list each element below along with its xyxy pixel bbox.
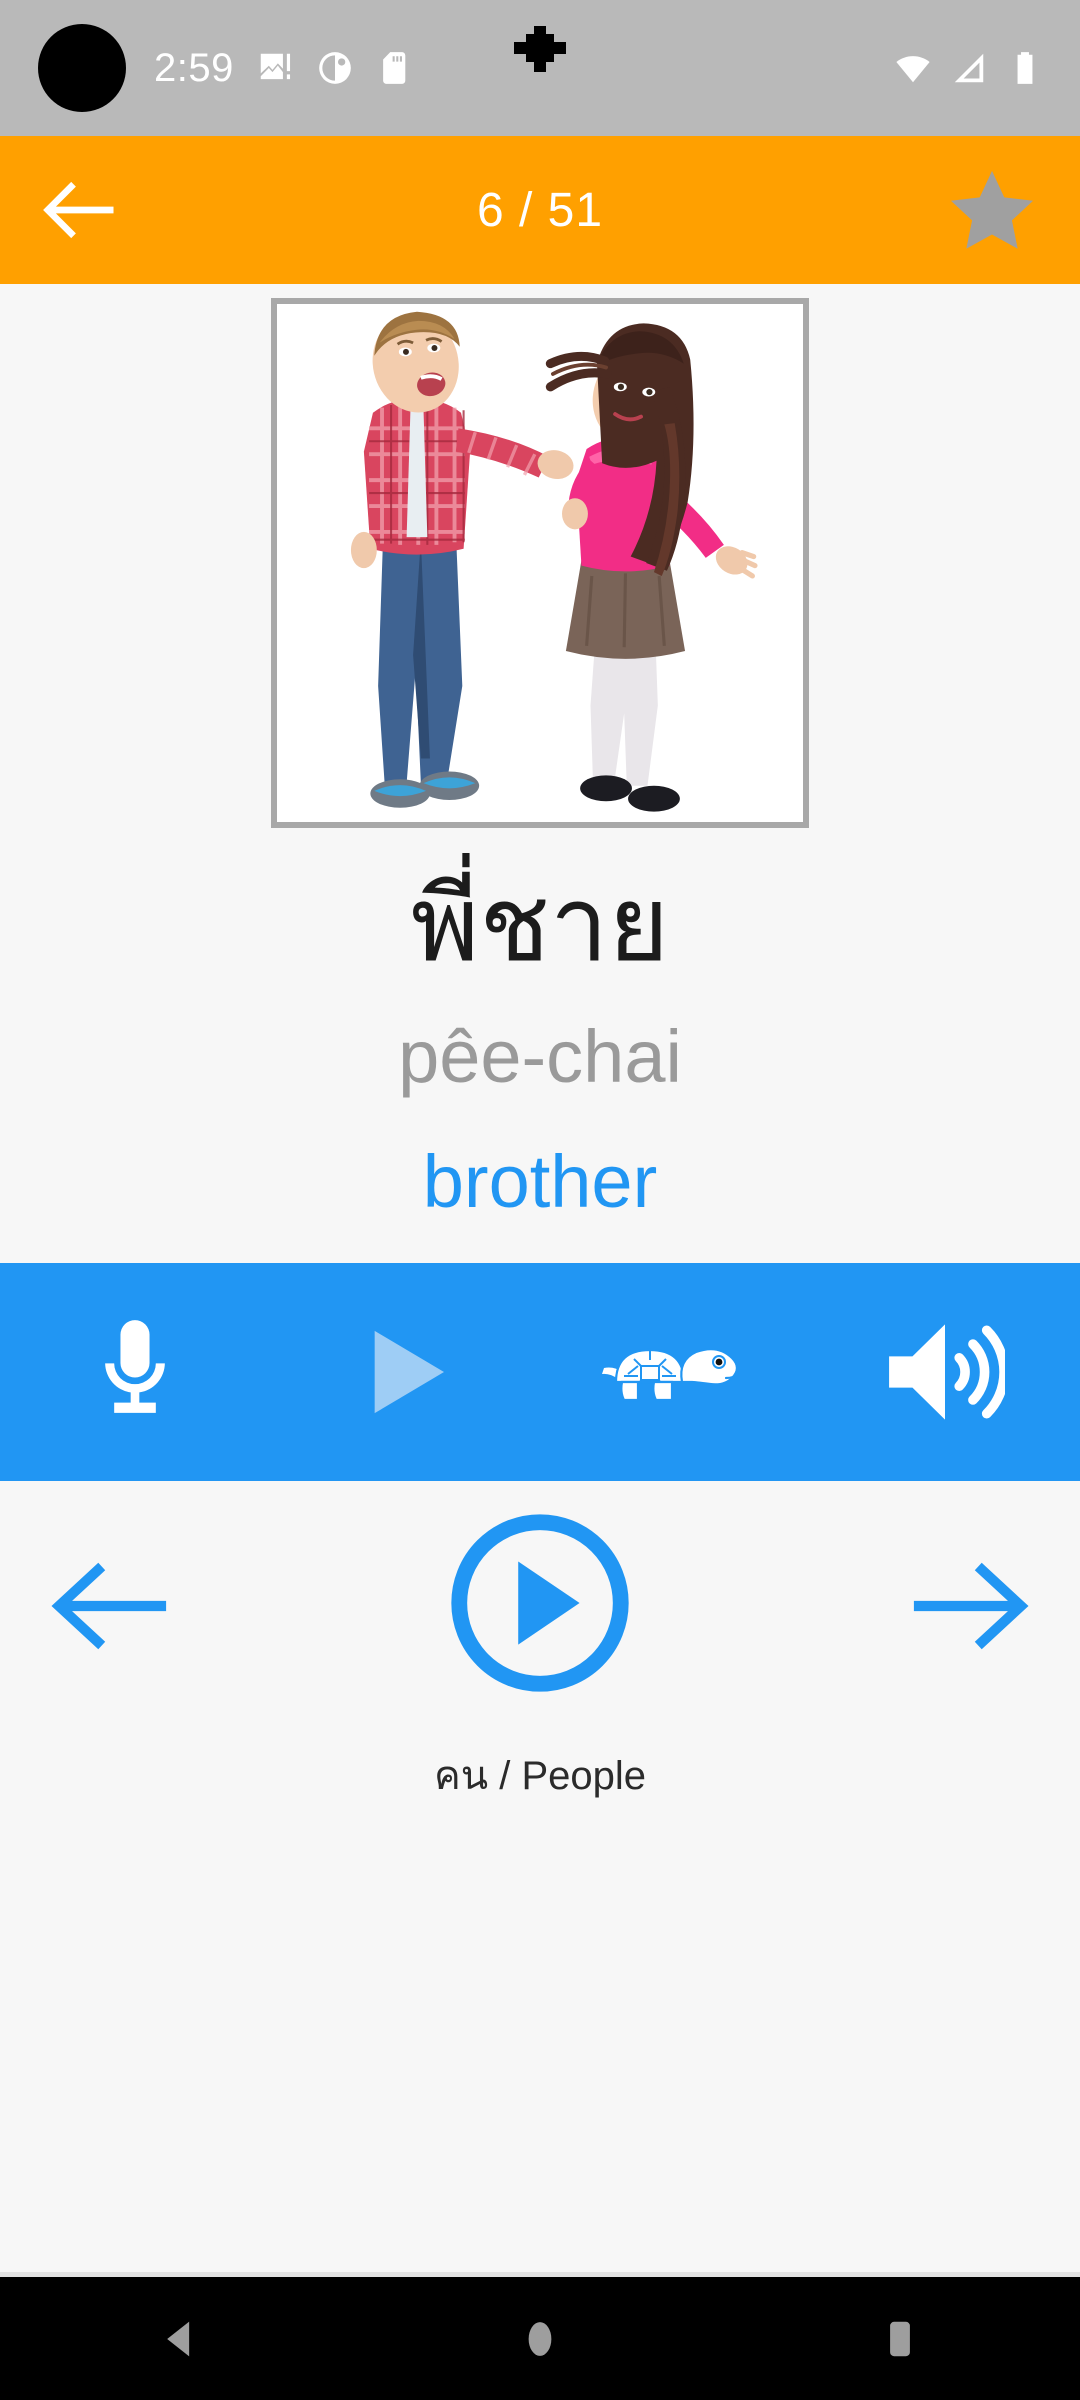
- system-navigation-bar: [0, 2277, 1080, 2400]
- status-clock: 2:59: [154, 46, 234, 90]
- next-card-button[interactable]: [890, 1546, 1050, 1666]
- category-label: คน / People: [434, 1753, 646, 1798]
- turtle-icon: [602, 1347, 740, 1401]
- back-arrow-icon[interactable]: [40, 171, 118, 249]
- flashcard-body: พี่ชาย pêe-chai brother: [0, 284, 1080, 1223]
- card-navigation: คน / People: [0, 1480, 1080, 2277]
- recents-square-icon: [890, 2321, 910, 2356]
- broken-image-icon: [260, 53, 290, 80]
- app-screen: 2:59 6 / 51 พี่ชาย pêe-chai brother คน /…: [0, 0, 1080, 2400]
- camera-cutout: [38, 24, 126, 112]
- cellular-signal-icon: [954, 53, 984, 83]
- microphone-icon: [105, 1319, 165, 1413]
- play-recording-button[interactable]: [270, 1263, 540, 1481]
- audio-toolbar: [0, 1262, 1080, 1481]
- play-triangle-icon: [374, 1330, 444, 1413]
- back-triangle-icon: [167, 2321, 190, 2356]
- arrow-left-icon: [51, 1562, 167, 1649]
- record-microphone-button[interactable]: [0, 1263, 270, 1481]
- romanization: pêe-chai: [398, 1015, 682, 1098]
- play-circle-icon: [451, 1514, 629, 1692]
- play-card-audio-button[interactable]: [445, 1508, 635, 1703]
- circle-contrast-icon: [319, 52, 351, 84]
- system-back-button[interactable]: [90, 2317, 270, 2361]
- sd-card-icon: [382, 52, 406, 84]
- favorite-star-icon[interactable]: [946, 164, 1038, 256]
- status-bar-right: [894, 49, 1044, 87]
- nav-row: [0, 1481, 1080, 1731]
- home-circle-icon: [528, 2321, 552, 2356]
- status-bar: 2:59: [0, 0, 1080, 136]
- flashcard-image[interactable]: [271, 298, 809, 828]
- card-counter: 6 / 51: [476, 183, 604, 237]
- english-translation: brother: [422, 1140, 658, 1224]
- children-photo: [281, 304, 799, 822]
- notch-cutout-icon: [514, 26, 566, 72]
- app-header: 6 / 51: [0, 136, 1080, 284]
- system-recents-button[interactable]: [810, 2317, 990, 2361]
- thai-word: พี่ชาย: [410, 867, 670, 983]
- speaker-volume-icon: [889, 1324, 1005, 1420]
- arrow-right-icon: [913, 1562, 1029, 1649]
- previous-card-button[interactable]: [30, 1546, 190, 1666]
- play-slow-button[interactable]: [540, 1263, 810, 1481]
- play-audio-button[interactable]: [810, 1263, 1080, 1481]
- system-home-button[interactable]: [450, 2317, 630, 2361]
- wifi-icon: [896, 56, 930, 83]
- status-bar-left: 2:59: [154, 48, 414, 88]
- battery-icon: [1017, 52, 1033, 84]
